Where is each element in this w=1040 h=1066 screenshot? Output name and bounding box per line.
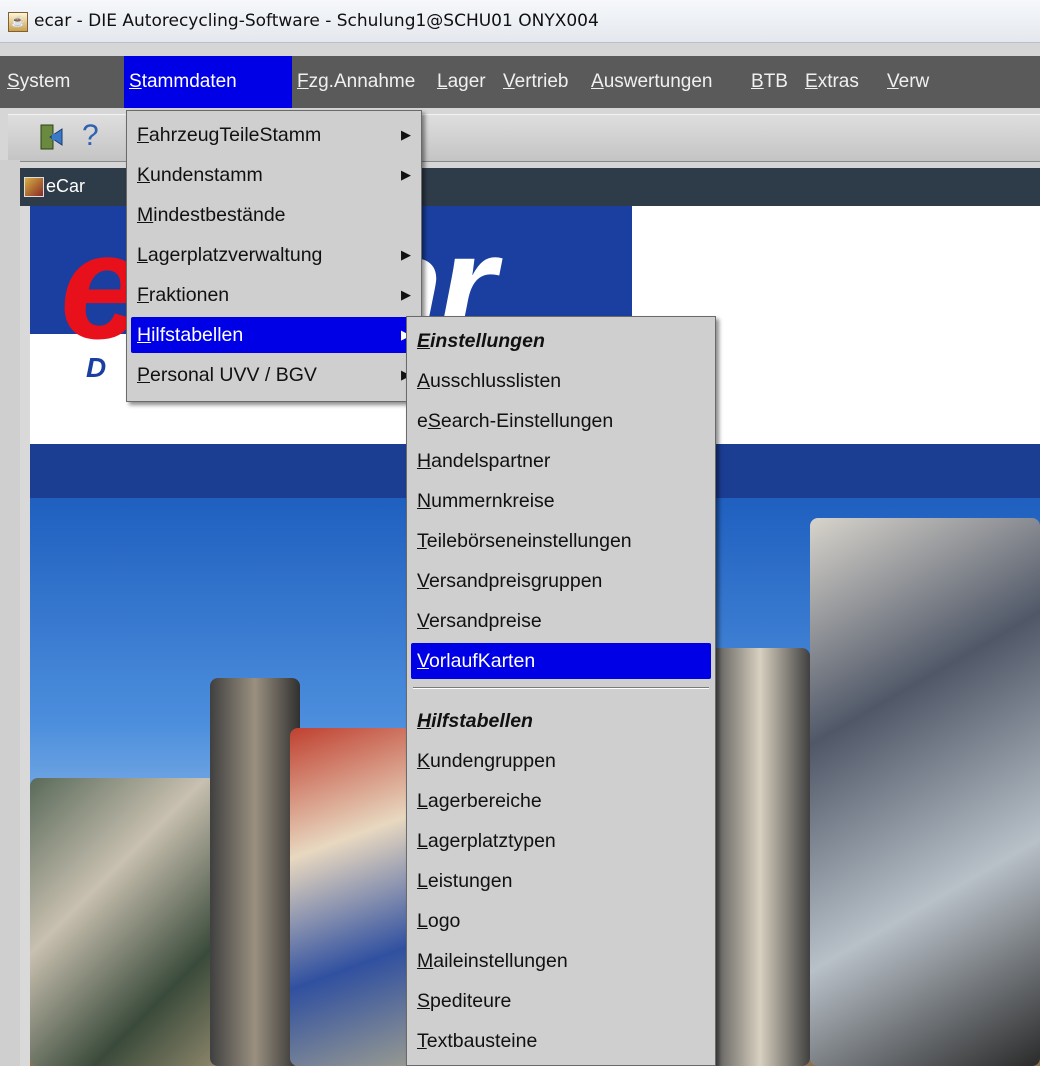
menu-item-personal-uvv-bgv[interactable]: Personal UVV / BGV▶ [131,357,417,393]
menu-item-lagerbereiche[interactable]: Lagerbereiche [411,783,711,819]
menu-vertrieb[interactable]: Vertrieb [498,56,573,108]
menu-item-esearch-einstellungen[interactable]: eSearch-Einstellungen [411,403,711,439]
window-titlebar: ☕ ecar - DIE Autorecycling-Software - Sc… [0,0,1040,43]
hilfstabellen-submenu: Einstellungen Ausschlusslisten eSearch-E… [406,316,716,1066]
submenu-arrow-icon: ▶ [401,247,411,262]
app-icon: ☕ [8,12,28,32]
left-frame [0,160,20,1066]
menu-btb[interactable]: BTB [746,56,793,108]
left-frame-inner [20,206,30,1066]
menu-separator [413,687,709,689]
menu-item-kundengruppen[interactable]: Kundengruppen [411,743,711,779]
menu-item-fraktionen[interactable]: Fraktionen ▶ [131,277,417,313]
menu-stammdaten[interactable]: Stammdaten [124,56,292,108]
stammdaten-menu: FahrzeugTeileStamm ▶ Kundenstamm ▶ Mindest… [126,110,422,402]
menu-item-maileinstellungen[interactable]: Maileinstellungen [411,943,711,979]
menu-item-versandpreise[interactable]: Versandpreise [411,603,711,639]
menu-item-teileboerseneinstellungen[interactable]: Teilebörseneinstellungen [411,523,711,559]
menu-item-logo[interactable]: Logo [411,903,711,939]
submenu-arrow-icon: ▶ [401,127,411,142]
menu-system[interactable]: System [2,56,75,108]
section-header-hilfstabellen: Hilfstabellen [417,710,533,732]
menu-item-leistungen[interactable]: Leistungen [411,863,711,899]
submenu-arrow-icon: ▶ [401,167,411,182]
menu-item-hilfstabellen[interactable]: Hilfstabellen▶ [131,317,417,353]
logo-subtitle: D [86,352,107,383]
menu-item-spediteure[interactable]: Spediteure [411,983,711,1019]
menu-verwaltung[interactable]: Verw [882,56,934,108]
menu-auswertungen[interactable]: Auswertungen [586,56,717,108]
menu-item-textbausteine[interactable]: Textbausteine [411,1023,711,1059]
help-icon[interactable]: ? [82,119,99,153]
menu-item-nummernkreise[interactable]: Nummernkreise [411,483,711,519]
menu-item-versandpreisgruppen[interactable]: Versandpreisgruppen [411,563,711,599]
menu-item-handelspartner[interactable]: Handelspartner [411,443,711,479]
menu-item-lagerplatztypen[interactable]: Lagerplatztypen [411,823,711,859]
menu-item-fahrzeugteilestamm[interactable]: FahrzeugTeileStamm ▶ [131,117,417,153]
section-header-einstellungen: Einstellungen [417,330,545,352]
menu-item-mindestbestaende[interactable]: Mindestbestände [131,197,417,233]
menu-item-ausschlusslisten[interactable]: Ausschlusslisten [411,363,711,399]
window-title: ecar - DIE Autorecycling-Software - Schu… [34,11,599,31]
menubar: System Stammdaten Fzg.Annahme Lager Vert… [0,56,1040,108]
inner-window-icon [24,177,44,197]
menu-item-lagerplatzverwaltung[interactable]: Lagerplatzverwaltung ▶ [131,237,417,273]
menu-lager[interactable]: Lager [432,56,491,108]
submenu-arrow-icon: ▶ [401,287,411,302]
menu-item-kundenstamm[interactable]: Kundenstamm ▶ [131,157,417,193]
menu-fzg-annahme[interactable]: Fzg.Annahme [292,56,420,108]
menu-item-vorlaufkarten[interactable]: VorlaufKarten [411,643,711,679]
exit-icon[interactable] [38,123,64,158]
inner-window-title: eCar [46,176,86,196]
menu-extras[interactable]: Extras [800,56,864,108]
